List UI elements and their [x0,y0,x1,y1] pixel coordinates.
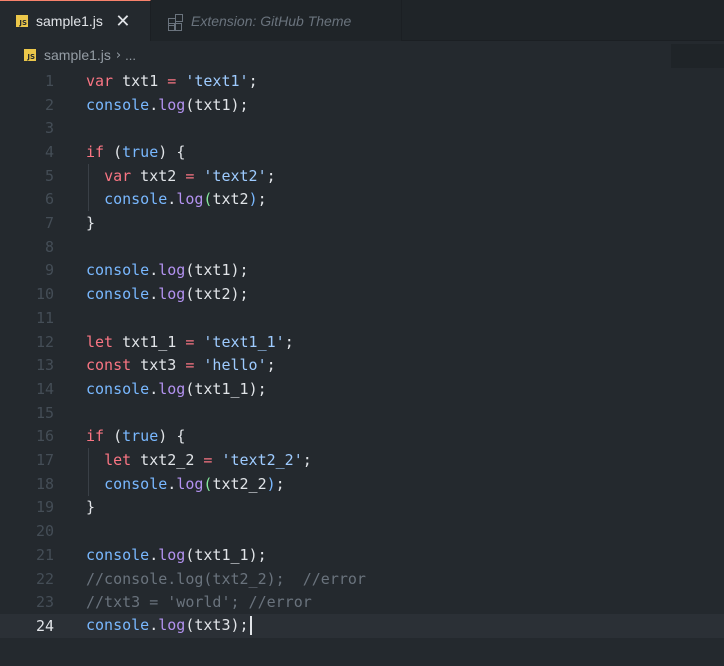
code-text: var txt1 = 'text1'; [86,71,258,90]
code-line[interactable]: 17 let txt2_2 = 'text2_2'; [0,448,724,472]
line-number: 23 [35,593,54,612]
code-line[interactable]: 3 [0,116,724,140]
code-line[interactable]: 7} [0,211,724,235]
code-line[interactable]: 9 console.log(txt1); [0,259,724,283]
code-text: console.log(txt2); [104,190,267,209]
line-number: 13 [35,356,54,375]
code-text: console.log(txt1_1); [86,379,267,398]
line-number: 7 [44,214,54,233]
close-icon[interactable]: ✕ [115,11,131,32]
code-line[interactable]: 1 var txt1 = 'text1'; [0,69,724,93]
code-text: console.log(txt1_1); [86,545,267,564]
line-number: 20 [35,522,54,541]
code-line[interactable]: 19} [0,496,724,520]
line-number: 2 [44,95,54,114]
line-number: 18 [35,474,54,493]
code-line[interactable]: 16 if (true) { [0,425,724,449]
js-file-icon: JS [24,49,36,61]
breadcrumb: JS sample1.js › ... [0,41,724,69]
code-text: //console.log(txt2_2); //error [86,569,366,588]
code-text: //txt3 = 'world'; //error [86,593,312,612]
code-text: if (true) { [86,142,186,161]
code-text: console.log(txt1); [86,95,249,114]
line-number: 24 [35,616,54,635]
code-text: const txt3 = 'hello'; [86,356,276,375]
code-line[interactable]: 5 var txt2 = 'text2'; [0,164,724,188]
line-number: 11 [35,308,54,327]
code-line[interactable]: 10 console.log(txt2); [0,282,724,306]
code-text: var txt2 = 'text2'; [104,166,276,185]
line-number: 22 [35,569,54,588]
code-line[interactable]: 20 [0,519,724,543]
chevron-right-icon: › [115,47,122,63]
code-text: console.log(txt3); [86,616,252,636]
code-line[interactable]: 14 console.log(txt1_1); [0,377,724,401]
code-line[interactable]: 22 //console.log(txt2_2); //error [0,567,724,591]
tab-extension-github-theme[interactable]: Extension: GitHub Theme [151,0,402,41]
line-number: 4 [44,142,54,161]
code-line[interactable]: 23 //txt3 = 'world'; //error [0,590,724,614]
code-line[interactable]: 8 [0,235,724,259]
line-number: 10 [35,285,54,304]
code-text: if (true) { [86,427,186,446]
breadcrumb-file[interactable]: sample1.js [44,47,111,63]
code-text: console.log(txt2_2); [104,474,285,493]
code-text: console.log(txt2); [86,285,249,304]
line-number: 8 [44,237,54,256]
line-number: 17 [35,451,54,470]
code-line[interactable]: 12 let txt1_1 = 'text1_1'; [0,330,724,354]
code-line[interactable]: 11 [0,306,724,330]
code-line[interactable]: 4 if (true) { [0,140,724,164]
line-number: 14 [35,379,54,398]
code-text: let txt2_2 = 'text2_2'; [104,451,312,470]
text-cursor [249,616,252,636]
code-line[interactable]: 24 console.log(txt3); [0,614,724,638]
breadcrumb-more[interactable]: ... [125,48,136,63]
line-number: 5 [44,166,54,185]
code-text: } [86,214,96,233]
line-number: 19 [35,498,54,517]
code-line[interactable]: 21 console.log(txt1_1); [0,543,724,567]
js-file-icon: JS [16,15,28,27]
indent-guide [88,163,89,212]
line-number: 21 [35,545,54,564]
code-editor[interactable]: 1 var txt1 = 'text1'; 2 console.log(txt1); 3… [0,68,724,666]
line-number: 12 [35,332,54,351]
tab-bar: JS sample1.js ✕ Extension: GitHub Theme [0,0,724,41]
minimap[interactable] [671,44,724,68]
line-number: 9 [44,261,54,280]
tab-sample1-js[interactable]: JS sample1.js ✕ [0,0,151,41]
line-number: 1 [44,71,54,90]
code-line[interactable]: 18 console.log(txt2_2); [0,472,724,496]
extension-icon [167,13,183,31]
code-line[interactable]: 13 const txt3 = 'hello'; [0,353,724,377]
code-line[interactable]: 2 console.log(txt1); [0,93,724,117]
code-text: let txt1_1 = 'text1_1'; [86,332,294,351]
code-line[interactable]: 6 console.log(txt2); [0,188,724,212]
code-line[interactable]: 15 [0,401,724,425]
line-number: 6 [44,190,54,209]
line-number: 3 [44,119,54,138]
line-number: 15 [35,403,54,422]
tab-label: sample1.js [36,13,103,29]
code-text: console.log(txt1); [86,261,249,280]
tab-label: Extension: GitHub Theme [191,12,352,29]
code-text: } [86,498,96,517]
indent-guide [88,448,89,496]
line-number: 16 [35,427,54,446]
